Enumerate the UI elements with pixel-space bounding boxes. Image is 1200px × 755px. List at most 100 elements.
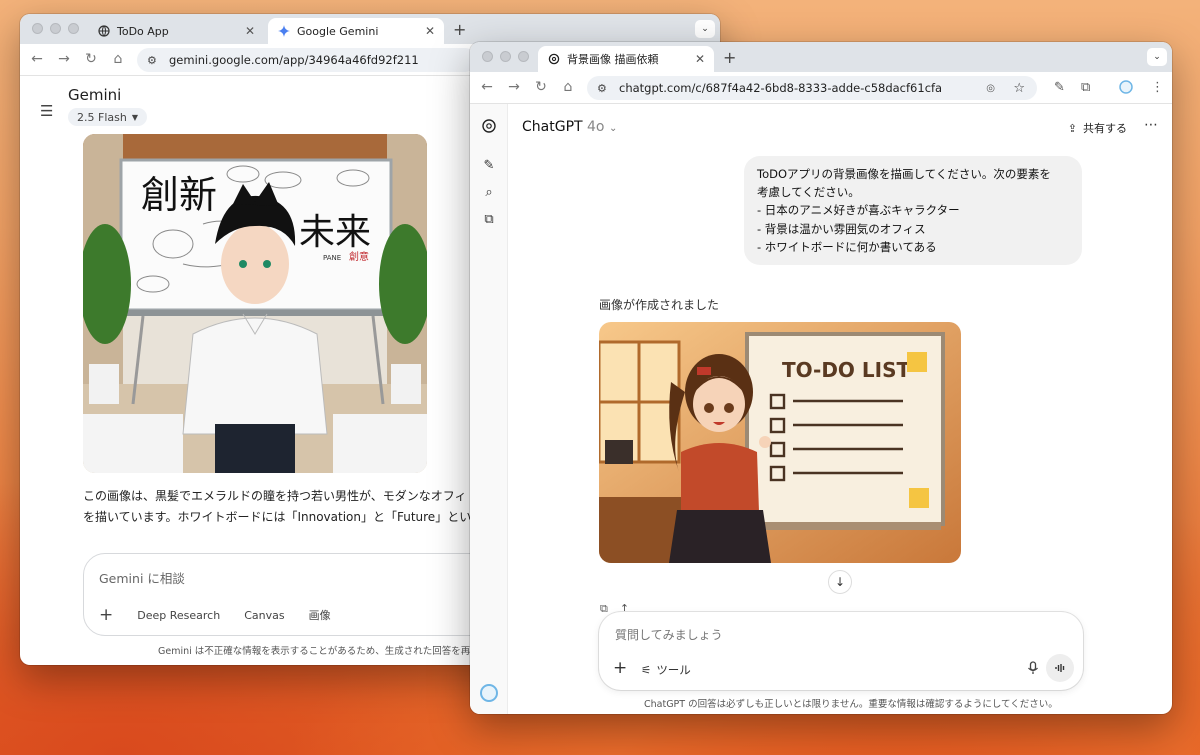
model-version: 4o	[587, 119, 605, 135]
close-window-button[interactable]	[482, 51, 493, 62]
extensions-puzzle-icon[interactable]: ⧉	[1081, 80, 1090, 95]
prompt-placeholder[interactable]: 質問してみましょう	[615, 626, 723, 643]
model-selector[interactable]: ChatGPT 4o ⌄	[522, 119, 617, 135]
forward-icon[interactable]: →	[505, 79, 523, 95]
microphone-icon[interactable]	[1027, 661, 1039, 679]
voice-mode-button[interactable]	[1046, 654, 1074, 682]
lens-icon[interactable]: ◎	[986, 83, 995, 94]
back-icon[interactable]: ←	[28, 51, 46, 67]
extension-icon[interactable]: ✎	[1054, 80, 1065, 95]
new-tab-button[interactable]: +	[453, 20, 466, 39]
response-line: この画像は、黒髪でエメラルドの瞳を持つ若い男性が、モダンなオフィ	[83, 489, 467, 503]
model-label: 2.5 Flash	[77, 110, 127, 124]
tab-google-gemini[interactable]: Google Gemini ✕	[268, 18, 444, 44]
add-icon[interactable]: +	[613, 658, 627, 678]
reload-icon[interactable]: ↻	[82, 51, 100, 67]
window-controls	[482, 51, 529, 62]
image-button[interactable]: 画像	[309, 607, 331, 623]
globe-icon	[98, 25, 110, 37]
search-icon[interactable]: ⌕	[481, 185, 497, 200]
response-line: を描いています。ホワイトボードには「Innovation」と「Future」とい…	[83, 510, 483, 524]
model-selector[interactable]: 2.5 Flash ▼	[68, 108, 147, 126]
message-line: ToDOアプリの背景画像を描画してください。次の要素を	[757, 167, 1051, 181]
minimize-window-button[interactable]	[500, 51, 511, 62]
tab-label: Google Gemini	[297, 24, 379, 38]
library-icon[interactable]: ⧉	[481, 212, 497, 227]
tools-button[interactable]: ⚟ ツール	[641, 662, 691, 678]
tab-strip: ToDo App ✕ Google Gemini ✕ + ⌄	[20, 14, 720, 44]
generated-anime-image[interactable]: 創新 未来 PANE 創意	[83, 134, 427, 473]
openai-logo-icon[interactable]	[481, 118, 497, 138]
scroll-down-button[interactable]: ↓	[828, 570, 852, 594]
tab-todo-app[interactable]: ToDo App ✕	[88, 18, 264, 44]
whiteboard-small-label: PANE	[323, 254, 341, 262]
forward-icon[interactable]: →	[55, 51, 73, 67]
new-chat-icon[interactable]: ✎	[481, 158, 497, 173]
site-settings-icon[interactable]: ⚙	[597, 82, 611, 95]
gemini-sparkle-icon	[278, 25, 290, 37]
more-options-icon[interactable]: ⋯	[1144, 117, 1158, 133]
message-line: - ホワイトボードに何か書いてある	[757, 239, 937, 254]
tab-label: 背景画像 描画依頼	[567, 53, 659, 66]
tab-search-button[interactable]: ⌄	[695, 20, 715, 38]
response-text: この画像は、黒髪でエメラルドの瞳を持つ若い男性が、モダンなオフィ を描いています…	[83, 486, 483, 528]
tab-chatgpt-conversation[interactable]: 背景画像 描画依頼 ✕	[538, 46, 714, 72]
profile-avatar-icon[interactable]	[1119, 80, 1133, 98]
window-controls	[32, 23, 79, 34]
tab-strip: 背景画像 描画依頼 ✕ + ⌄	[470, 42, 1172, 72]
close-tab-icon[interactable]: ✕	[695, 52, 705, 66]
chatgpt-sidebar: ✎ ⌕ ⧉	[470, 104, 508, 714]
whiteboard-title: TO-DO LIST	[782, 358, 910, 382]
minimize-window-button[interactable]	[50, 23, 61, 34]
message-line: 考慮してください。	[757, 185, 860, 200]
site-settings-icon[interactable]: ⚙	[147, 54, 161, 67]
prompt-input-box[interactable]: 質問してみましょう + ⚟ ツール	[599, 612, 1083, 690]
disclaimer-footer: Gemini は不正確な情報を表示することがあるため、生成された回答を再確認	[158, 646, 490, 657]
whiteboard-red-label: 創意	[349, 250, 369, 263]
share-button[interactable]: ⇪ 共有する	[1068, 120, 1127, 136]
zoom-window-button[interactable]	[68, 23, 79, 34]
address-bar[interactable]: ⚙ chatgpt.com/c/687f4a42-6bd8-8333-adde-…	[587, 76, 1037, 100]
url-text: chatgpt.com/c/687f4a42-6bd8-8333-adde-c5…	[619, 81, 943, 95]
user-message-bubble: ToDOアプリの背景画像を描画してください。次の要素を 考慮してください。 - …	[744, 156, 1082, 265]
close-window-button[interactable]	[32, 23, 43, 34]
add-icon[interactable]: +	[99, 605, 113, 625]
chevron-down-icon: ⌄	[608, 123, 618, 134]
generated-anime-image[interactable]: TO-DO LIST	[599, 322, 961, 563]
hamburger-menu-icon[interactable]: ☰	[40, 102, 53, 120]
sliders-icon: ⚟	[641, 663, 652, 677]
zoom-window-button[interactable]	[518, 51, 529, 62]
canvas-button[interactable]: Canvas	[244, 609, 284, 622]
share-label: 共有する	[1083, 122, 1127, 135]
message-line: - 背景は温かい雰囲気のオフィス	[757, 221, 926, 236]
close-tab-icon[interactable]: ✕	[245, 24, 255, 38]
address-bar[interactable]: ⚙ gemini.google.com/app/34964a46fd92f211	[137, 48, 477, 72]
tools-label: ツール	[656, 663, 691, 677]
deep-research-button[interactable]: Deep Research	[137, 609, 220, 622]
disclaimer-footer: ChatGPT の回答は必ずしも正しいとは限りません。重要な情報は確認するように…	[644, 699, 1058, 710]
user-avatar[interactable]	[480, 684, 498, 702]
whiteboard-kanji-innovation: 創新	[141, 173, 217, 217]
copy-icon[interactable]: ⧉	[600, 602, 608, 616]
back-icon[interactable]: ←	[478, 79, 496, 95]
home-icon[interactable]: ⌂	[559, 79, 577, 95]
prompt-input-box[interactable]: Gemini に相談 + Deep Research Canvas 画像	[83, 553, 503, 636]
browser-toolbar: ← → ↻ ⌂ ⚙ chatgpt.com/c/687f4a42-6bd8-83…	[470, 72, 1172, 104]
message-line: - 日本のアニメ好きが喜ぶキャラクター	[757, 203, 960, 218]
share-icon: ⇪	[1067, 121, 1077, 135]
input-toolbar: + Deep Research Canvas 画像	[99, 605, 331, 625]
home-icon[interactable]: ⌂	[109, 51, 127, 67]
image-created-label: 画像が作成されました	[599, 298, 720, 312]
browser-menu-icon[interactable]: ⋮	[1151, 80, 1164, 95]
tab-search-button[interactable]: ⌄	[1147, 48, 1167, 66]
caret-down-icon: ▼	[131, 112, 138, 122]
bookmark-star-icon[interactable]: ☆	[1013, 81, 1025, 96]
prompt-placeholder[interactable]: Gemini に相談	[99, 568, 185, 587]
whiteboard-kanji-future: 未来	[299, 212, 371, 253]
tab-label: ToDo App	[117, 24, 169, 38]
reload-icon[interactable]: ↻	[532, 79, 550, 95]
app-title: Gemini	[68, 86, 122, 104]
close-tab-icon[interactable]: ✕	[425, 24, 435, 38]
new-tab-button[interactable]: +	[723, 48, 736, 67]
model-name: ChatGPT	[522, 119, 583, 135]
